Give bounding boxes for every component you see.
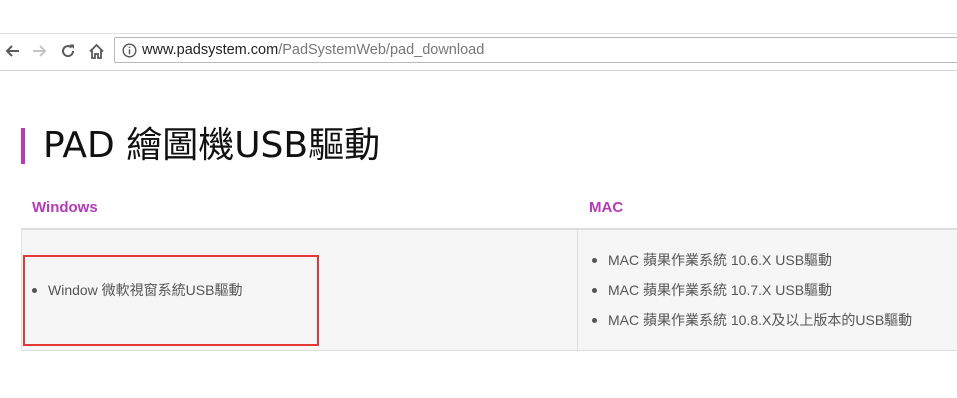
url-host: www.padsystem.com: [142, 42, 279, 58]
mac-driver-link-10-8[interactable]: MAC 蘋果作業系統 10.8.X及以上版本的USB驅動: [584, 305, 912, 335]
info-icon[interactable]: [122, 43, 137, 58]
browser-toolbar: www.padsystem.com/PadSystemWeb/pad_downl…: [0, 0, 957, 73]
toolbar-top-divider: [0, 33, 957, 34]
home-icon: [88, 43, 104, 59]
reload-button[interactable]: [57, 40, 79, 62]
page-title: PAD 繪圖機USB驅動: [43, 125, 381, 166]
windows-download-list: Window 微軟視窗系統USB驅動: [24, 275, 242, 305]
windows-driver-link[interactable]: Window 微軟視窗系統USB驅動: [24, 275, 242, 305]
table-header: Windows MAC: [21, 190, 957, 230]
arrow-left-icon: [5, 45, 19, 57]
arrow-right-icon: [33, 45, 47, 57]
mac-driver-link-10-7[interactable]: MAC 蘋果作業系統 10.7.X USB驅動: [584, 275, 912, 305]
mac-driver-link-10-6[interactable]: MAC 蘋果作業系統 10.6.X USB驅動: [584, 245, 912, 275]
address-bar[interactable]: www.padsystem.com/PadSystemWeb/pad_downl…: [114, 37, 957, 63]
home-button[interactable]: [85, 40, 107, 62]
back-button[interactable]: [1, 40, 23, 62]
heading-accent-bar: [21, 128, 25, 164]
column-divider: [577, 230, 578, 350]
url-text[interactable]: www.padsystem.com/PadSystemWeb/pad_downl…: [142, 42, 484, 59]
page-heading: PAD 繪圖機USB驅動: [21, 126, 380, 166]
url-path: /PadSystemWeb/pad_download: [278, 42, 485, 58]
header-mac: MAC: [589, 199, 624, 216]
toolbar-bottom-divider: [0, 70, 957, 71]
forward-button[interactable]: [29, 40, 51, 62]
table-body: Window 微軟視窗系統USB驅動 MAC 蘋果作業系統 10.6.X USB…: [21, 230, 957, 351]
download-table: Windows MAC Window 微軟視窗系統USB驅動 MAC 蘋果作業系…: [21, 190, 957, 351]
mac-download-list: MAC 蘋果作業系統 10.6.X USB驅動 MAC 蘋果作業系統 10.7.…: [584, 245, 912, 335]
reload-icon: [62, 44, 75, 58]
header-windows: Windows: [32, 199, 98, 216]
